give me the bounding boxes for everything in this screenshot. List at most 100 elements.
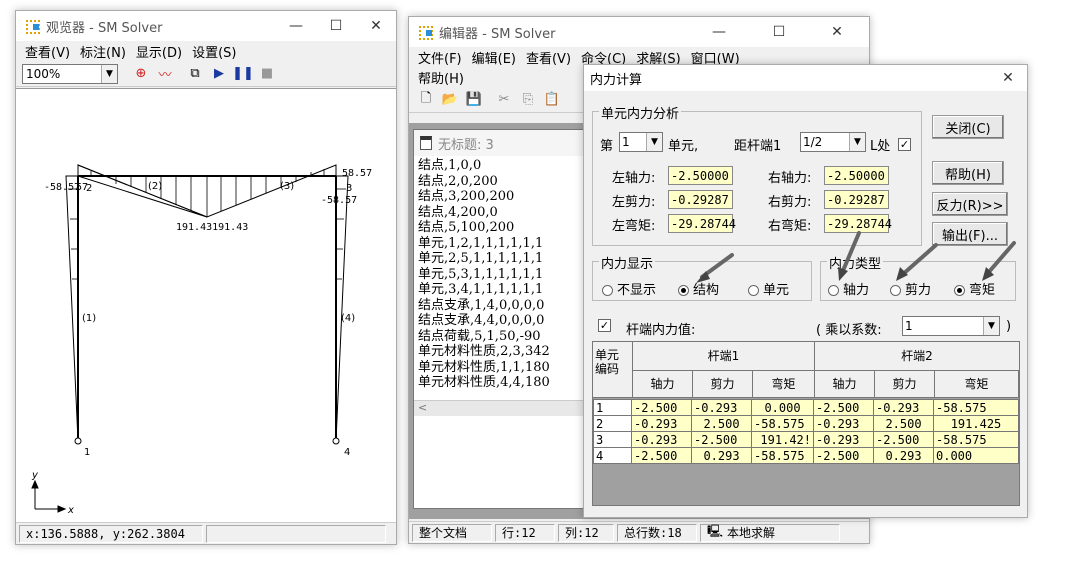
chevron-down-icon: ▼	[646, 133, 662, 151]
right-moment-field[interactable]: -29.28744	[824, 214, 892, 233]
menu-file[interactable]: 文件(F)	[418, 48, 462, 67]
help-button[interactable]: 帮助(H)	[932, 161, 1004, 185]
left-shear-field[interactable]: -0.29287	[668, 190, 733, 209]
radio-axial[interactable]: 轴力	[828, 279, 869, 298]
dialog-titlebar: 内力计算	[584, 65, 1027, 91]
copy-icon[interactable]: ⎘	[517, 90, 539, 110]
frame-diagram: -58.57 57 2 (2) (3) 58.57 3 -58.57 191.4…	[31, 164, 372, 516]
end-force-checkbox[interactable]: ✓	[598, 319, 611, 332]
cell: 1	[593, 399, 632, 416]
step-icon[interactable]: ⧉	[184, 64, 206, 84]
close-button[interactable]: ✕	[817, 17, 857, 47]
pause-icon[interactable]: ❚❚	[232, 64, 254, 84]
dialog-title: 内力计算	[590, 72, 643, 88]
factor-select[interactable]: 1 ▼	[902, 316, 1000, 336]
label-moment-right: 58.57	[342, 168, 372, 179]
factor-value: 1	[905, 319, 913, 333]
label-moment-right2: -58.57	[321, 195, 357, 206]
right-axial-field[interactable]: -2.50000	[824, 166, 889, 185]
maximize-button[interactable]: ☐	[759, 17, 799, 47]
menu-view[interactable]: 查看(V)	[526, 48, 571, 67]
label-dist: 距杆端1	[734, 139, 782, 154]
label-node3: 3	[346, 183, 352, 194]
radio-shear[interactable]: 剪力	[890, 279, 931, 298]
col-h4: 轴力	[815, 370, 875, 398]
axis-y-label: y	[31, 470, 39, 481]
table-row[interactable]: 1 -2.500 -0.293 0.000 -2.500 -0.293 -58.…	[593, 399, 1019, 416]
computer-icon: 🖳	[707, 524, 724, 538]
table-row[interactable]: 3 -0.293 -2.500 191.42! -0.293 -2.500 -5…	[593, 431, 1019, 448]
output-button[interactable]: 输出(F)...	[932, 222, 1008, 246]
save-icon[interactable]: 💾	[463, 90, 485, 110]
menu-display[interactable]: 显示(D)	[136, 42, 182, 61]
doc-icon	[420, 136, 432, 150]
radio-circle	[890, 285, 901, 296]
radio-none[interactable]: 不显示	[602, 279, 656, 298]
minimize-button[interactable]: —	[699, 17, 739, 47]
l-checkbox[interactable]: ✓	[898, 138, 911, 151]
reaction-button[interactable]: 反力(R)>>	[932, 192, 1008, 216]
element-select-value: 1	[622, 135, 630, 149]
menu-annotate[interactable]: 标注(N)	[80, 42, 126, 61]
dialog-close-icon[interactable]: ✕	[988, 65, 1028, 91]
play-icon[interactable]: ▶	[208, 64, 230, 84]
results-table-wrap: 单元编码 杆端1 杆端2 轴力 剪力 弯矩 轴力 剪力 弯矩 1 -2.500 …	[592, 341, 1020, 506]
table-header: 单元编码 杆端1 杆端2 轴力 剪力 弯矩 轴力 剪力 弯矩	[593, 342, 1019, 398]
header-elem: 单元编码	[593, 342, 633, 398]
minimize-button[interactable]: —	[276, 11, 316, 41]
code-line: 单元,1,2,1,1,1,1,1,1	[418, 235, 544, 251]
status-col: 列:12	[558, 523, 614, 542]
moment-icon[interactable]: 〰	[154, 64, 176, 84]
cell: 0.000	[751, 399, 814, 416]
stop-icon[interactable]: ■	[256, 64, 278, 84]
open-folder-icon[interactable]: 📂	[439, 90, 461, 110]
menu-edit[interactable]: 编辑(E)	[472, 48, 516, 67]
header-elem-text: 单元编码	[595, 348, 620, 376]
code-line: 结点荷载,5,1,50,-90	[418, 328, 541, 344]
maximize-button[interactable]: ☐	[316, 11, 356, 41]
code-line: 单元,2,5,1,1,1,1,1,1	[418, 251, 544, 266]
load-arrow-icon[interactable]: ⊕	[130, 64, 152, 84]
table-row[interactable]: 4 -2.500 0.293 -58.575 -2.500 0.293 0.00…	[593, 447, 1019, 464]
cell: -58.575	[751, 447, 814, 464]
label-node4: 4	[344, 447, 350, 458]
chevron-down-icon: ▼	[983, 317, 999, 335]
paste-icon[interactable]: 📋	[541, 90, 563, 110]
menu-settings[interactable]: 设置(S)	[192, 42, 236, 61]
menu-help[interactable]: 帮助(H)	[418, 68, 464, 87]
viewer-toolbar: 100% ▼ ⊕ 〰 ⧉ ▶ ❚❚ ■	[16, 61, 396, 87]
element-select[interactable]: 1 ▼	[619, 132, 663, 152]
distance-select-value: 1/2	[803, 135, 823, 149]
close-button[interactable]: 关闭(C)	[932, 115, 1004, 139]
label-elem1: (1)	[82, 313, 96, 324]
group-label: 单元内力分析	[599, 103, 682, 122]
radio-elem-label: 单元	[763, 283, 790, 298]
label-di: 第	[600, 139, 614, 154]
table-row[interactable]: 2 -0.293 2.500 -58.575 -0.293 2.500 191.…	[593, 415, 1019, 432]
radio-elem[interactable]: 单元	[748, 279, 789, 298]
label-unit: 单元,	[668, 139, 699, 154]
scroll-left-icon[interactable]: <	[418, 401, 427, 414]
radio-moment[interactable]: 弯矩	[954, 279, 995, 298]
label-L: L处	[870, 139, 891, 154]
radio-struct[interactable]: 结构	[678, 279, 719, 298]
right-shear-field[interactable]: -0.29287	[824, 190, 889, 209]
cut-icon[interactable]: ✂	[493, 90, 515, 110]
left-moment-field[interactable]: -29.28744	[668, 214, 736, 233]
left-axial-field[interactable]: -2.50000	[668, 166, 733, 185]
cell: -0.293	[873, 399, 934, 416]
close-button[interactable]: ✕	[356, 11, 396, 41]
new-file-icon[interactable]: 🗋	[415, 90, 437, 110]
distance-select[interactable]: 1/2 ▼	[800, 132, 866, 152]
cell: -0.293	[813, 415, 874, 432]
viewer-canvas[interactable]: -58.57 57 2 (2) (3) 58.57 3 -58.57 191.4…	[16, 88, 396, 522]
label-elem2: (2)	[148, 181, 162, 192]
zoom-select[interactable]: 100% ▼	[22, 63, 118, 84]
menu-view[interactable]: 查看(V)	[25, 42, 70, 61]
viewer-title: 观览器 - SM Solver	[46, 20, 163, 36]
code-line: 结点支承,1,4,0,0,0,0	[418, 297, 545, 313]
cell: -58.575	[751, 415, 814, 432]
app-icon	[24, 18, 40, 34]
factor-label: ( 乘以系数:	[816, 323, 882, 338]
results-table: 1 -2.500 -0.293 0.000 -2.500 -0.293 -58.…	[593, 399, 1019, 464]
